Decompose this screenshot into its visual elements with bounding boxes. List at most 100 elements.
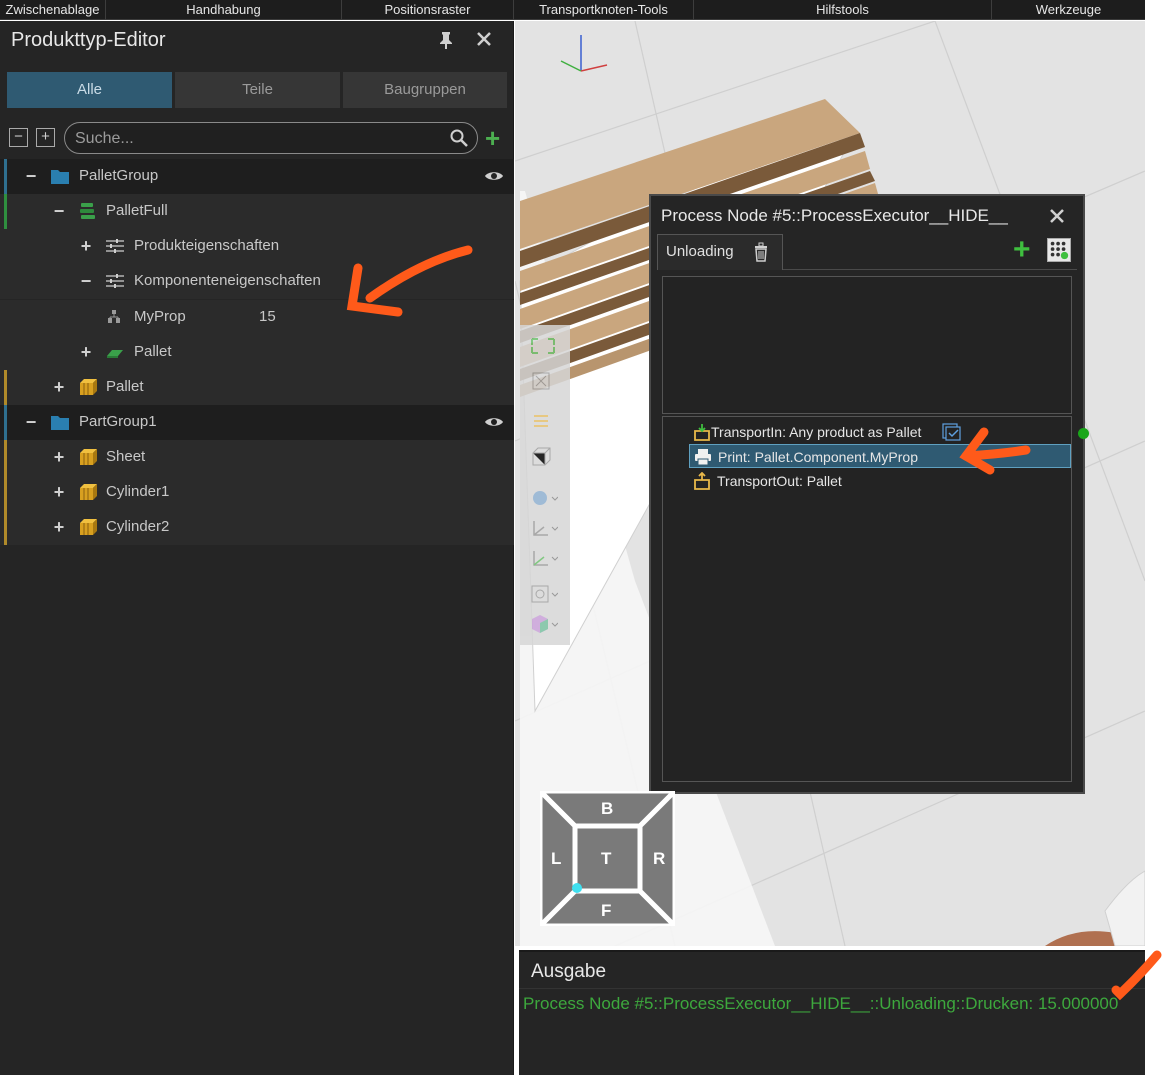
box-view-icon[interactable]	[528, 445, 558, 467]
expand-toggle[interactable]: +	[51, 518, 67, 536]
output-log-line[interactable]: Process Node #5::ProcessExecutor__HIDE__…	[523, 994, 1118, 1014]
cube-face-left[interactable]: L	[551, 849, 561, 869]
axis-view-icon[interactable]	[528, 517, 558, 539]
ribbon-group-handhabung[interactable]: Handhabung	[106, 0, 342, 20]
ribbon-group-labels: Zwischenablage Handhabung Positionsraste…	[0, 0, 1145, 20]
tree-item-label: Sheet	[106, 448, 146, 465]
collapse-toggle[interactable]: −	[51, 202, 67, 220]
grid-axis-icon[interactable]	[528, 547, 558, 569]
tree-item-label: Cylinder1	[106, 483, 170, 500]
collapse-toggle[interactable]: −	[78, 272, 94, 290]
pin-icon[interactable]	[436, 31, 456, 51]
tab-unloading[interactable]: Unloading	[657, 234, 783, 270]
zoom-extents-icon[interactable]	[528, 370, 558, 392]
view-cube[interactable]: B L T R F	[533, 784, 682, 933]
expand-toggle[interactable]: +	[51, 483, 67, 501]
cube-face-front[interactable]: F	[601, 901, 611, 921]
transport-in-icon	[694, 424, 710, 441]
tree-row-produkteigenschaften[interactable]: + Produkteigenschaften	[0, 229, 514, 264]
tree-row-partgroup1[interactable]: − PartGroup1	[0, 405, 514, 440]
statement-label: TransportOut: Pallet	[717, 473, 842, 489]
tree-item-label: Produkteigenschaften	[134, 237, 280, 254]
tree-item-label: MyProp	[134, 308, 186, 325]
ribbon-group-positionsraster[interactable]: Positionsraster	[342, 0, 514, 20]
color-cube-icon[interactable]	[528, 613, 558, 635]
tree-item-label: Komponenteneigenschaften	[134, 272, 321, 289]
property-item-icon	[108, 310, 120, 323]
collapse-toggle[interactable]: −	[23, 167, 39, 185]
cube-face-back[interactable]: B	[601, 799, 613, 819]
statement-label: Print: Pallet.Component.MyProp	[718, 449, 918, 465]
tree-row-cylinder2[interactable]: + Cylinder2	[0, 510, 514, 545]
trash-icon[interactable]	[753, 242, 769, 262]
tree-row-cylinder1[interactable]: + Cylinder1	[0, 475, 514, 510]
search-icon[interactable]	[449, 128, 469, 148]
tab-teile[interactable]: Teile	[175, 72, 340, 108]
part-icon	[80, 519, 97, 535]
tree-row-sheet[interactable]: + Sheet	[0, 440, 514, 475]
add-item-button[interactable]: +	[485, 125, 500, 151]
search-box	[64, 122, 478, 154]
expand-all-button[interactable]: +	[36, 128, 55, 147]
tab-baugruppen[interactable]: Baugruppen	[343, 72, 507, 108]
tree-row-pallet-sub[interactable]: + Pallet	[0, 335, 514, 370]
folder-icon	[51, 170, 69, 184]
tree-item-label: PartGroup1	[79, 413, 157, 430]
tree-row-palletfull[interactable]: − PalletFull	[0, 194, 514, 229]
statement-list: TransportIn: Any product as Pallet Print…	[662, 416, 1089, 782]
property-value[interactable]: 15	[259, 308, 276, 325]
tree-item-label: Cylinder2	[106, 518, 170, 535]
collapse-toggle[interactable]: −	[23, 413, 39, 431]
output-panel: Ausgabe Process Node #5::ProcessExecutor…	[519, 950, 1145, 1075]
output-header	[519, 952, 1145, 989]
statement-print[interactable]: Print: Pallet.Component.MyProp	[689, 444, 1071, 468]
checklist-icon[interactable]	[942, 423, 962, 441]
expand-toggle[interactable]: +	[78, 343, 94, 361]
render-mode-icon[interactable]	[528, 487, 558, 509]
ribbon-group-werkzeuge[interactable]: Werkzeuge	[992, 0, 1145, 20]
snap-icon[interactable]	[528, 410, 558, 432]
tree-row-myprop[interactable]: MyProp 15	[0, 300, 514, 335]
close-icon[interactable]	[474, 31, 494, 51]
cube-face-right[interactable]: R	[653, 849, 665, 869]
statement-label: TransportIn: Any product as Pallet	[711, 424, 922, 440]
tree-row-pallet[interactable]: + Pallet	[0, 370, 514, 405]
cube-face-top[interactable]: T	[601, 849, 611, 869]
tab-alle[interactable]: Alle	[7, 72, 172, 108]
expand-toggle[interactable]: +	[78, 237, 94, 255]
collapse-all-button[interactable]: −	[9, 128, 28, 147]
properties-icon	[106, 274, 124, 288]
tree-toolbar: − + +	[7, 122, 510, 154]
status-indicator	[1078, 428, 1089, 439]
search-input[interactable]	[75, 128, 445, 150]
viewport-toolbar	[520, 325, 570, 645]
transport-out-icon	[694, 472, 710, 490]
part-icon	[80, 484, 97, 500]
statement-grid-icon[interactable]	[1047, 238, 1071, 262]
add-statement-button[interactable]: +	[1013, 235, 1031, 265]
ribbon-group-transportknoten-tools[interactable]: Transportknoten-Tools	[514, 0, 694, 20]
tree-row-komponenteneigenschaften[interactable]: − Komponenteneigenschaften	[0, 264, 514, 299]
axis-gizmo	[560, 35, 608, 72]
statement-transportin[interactable]: TransportIn: Any product as Pallet	[689, 420, 1089, 444]
tree-item-label: PalletGroup	[79, 167, 159, 184]
ribbon-group-hilfstools[interactable]: Hilfstools	[694, 0, 992, 20]
panel-title: Produkttyp-Editor	[11, 29, 166, 51]
ribbon-group-zwischenablage[interactable]: Zwischenablage	[0, 0, 106, 20]
tree-item-label: PalletFull	[106, 202, 168, 219]
camera-focus-icon[interactable]	[528, 583, 558, 605]
visibility-eye-icon[interactable]	[484, 168, 504, 184]
statement-transportout[interactable]: TransportOut: Pallet	[689, 469, 1071, 493]
expand-toggle[interactable]: +	[51, 378, 67, 396]
expand-toggle[interactable]: +	[51, 448, 67, 466]
tab-label: Unloading	[666, 243, 734, 260]
fit-view-icon[interactable]	[528, 335, 558, 357]
tree-row-palletgroup[interactable]: − PalletGroup	[0, 159, 514, 194]
product-type-editor-panel: Produkttyp-Editor Alle Teile Baugruppen …	[0, 21, 514, 1075]
tree-item-label: Pallet	[106, 378, 144, 395]
part-icon	[80, 449, 97, 465]
visibility-eye-icon[interactable]	[484, 414, 504, 430]
folder-icon	[51, 416, 69, 430]
pallet-icon	[107, 350, 123, 358]
close-icon[interactable]	[1049, 204, 1065, 230]
